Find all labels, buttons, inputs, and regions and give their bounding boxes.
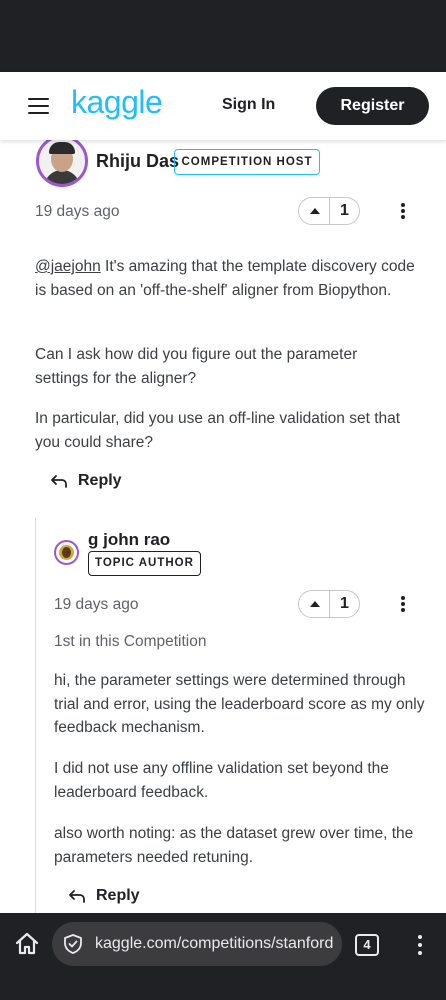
upvote-icon[interactable] <box>299 198 330 224</box>
comment-paragraph: @jaejohn It's amazing that the template … <box>35 255 415 302</box>
user-mention-link[interactable]: @jaejohn <box>35 258 101 275</box>
reply-arrow-icon <box>51 475 67 488</box>
vote-control: 1 <box>298 197 360 225</box>
reply-paragraph: I did not use any offline validation set… <box>54 760 389 801</box>
comment-author-name[interactable]: Rhiju Das <box>96 151 179 172</box>
url-text: kaggle.com/competitions/stanford <box>95 935 334 952</box>
status-bar <box>0 0 446 72</box>
sign-in-link[interactable]: Sign In <box>222 96 275 114</box>
reply-paragraph: hi, the parameter settings were determin… <box>54 672 425 736</box>
browser-toolbar: kaggle.com/competitions/stanford 4 <box>0 913 446 1000</box>
vote-control: 1 <box>298 590 360 618</box>
browser-menu-icon[interactable] <box>408 932 432 958</box>
upvote-icon[interactable] <box>299 591 330 617</box>
tab-switcher-button[interactable]: 4 <box>355 934 379 956</box>
thread-indent-line <box>35 518 36 918</box>
avatar[interactable] <box>36 135 88 187</box>
kaggle-logo[interactable]: kaggle <box>71 84 163 121</box>
comment-paragraph: In particular, did you use an off-line v… <box>35 410 401 451</box>
top-navigation-bar: kaggle Sign In Register <box>0 72 446 140</box>
vote-count: 1 <box>340 202 349 219</box>
competition-host-badge: COMPETITION HOST <box>174 149 320 175</box>
topic-author-badge: TOPIC AUTHOR <box>88 551 201 576</box>
more-options-icon[interactable] <box>391 199 415 223</box>
vote-count: 1 <box>340 595 349 612</box>
comment-timestamp: 19 days ago <box>35 203 120 220</box>
competition-rank: 1st in this Competition <box>54 633 207 650</box>
register-button[interactable]: Register <box>316 87 429 125</box>
reply-author-name[interactable]: g john rao <box>88 530 170 550</box>
reply-arrow-icon <box>69 890 85 903</box>
reply-timestamp: 19 days ago <box>54 596 139 613</box>
reply-label: Reply <box>78 472 122 489</box>
more-options-icon[interactable] <box>391 592 415 616</box>
avatar[interactable] <box>54 540 79 565</box>
reply-label: Reply <box>96 887 140 904</box>
hamburger-menu-icon[interactable] <box>28 98 49 114</box>
reply-paragraph: also worth noting: as the dataset grew o… <box>54 825 414 866</box>
shield-check-icon[interactable] <box>62 933 84 955</box>
reply-button[interactable]: Reply <box>50 470 130 496</box>
home-icon[interactable] <box>14 931 40 957</box>
comment-paragraph: Can I ask how did you figure out the par… <box>35 346 358 387</box>
reply-button[interactable]: Reply <box>68 885 148 911</box>
address-bar[interactable]: kaggle.com/competitions/stanford <box>52 922 342 966</box>
